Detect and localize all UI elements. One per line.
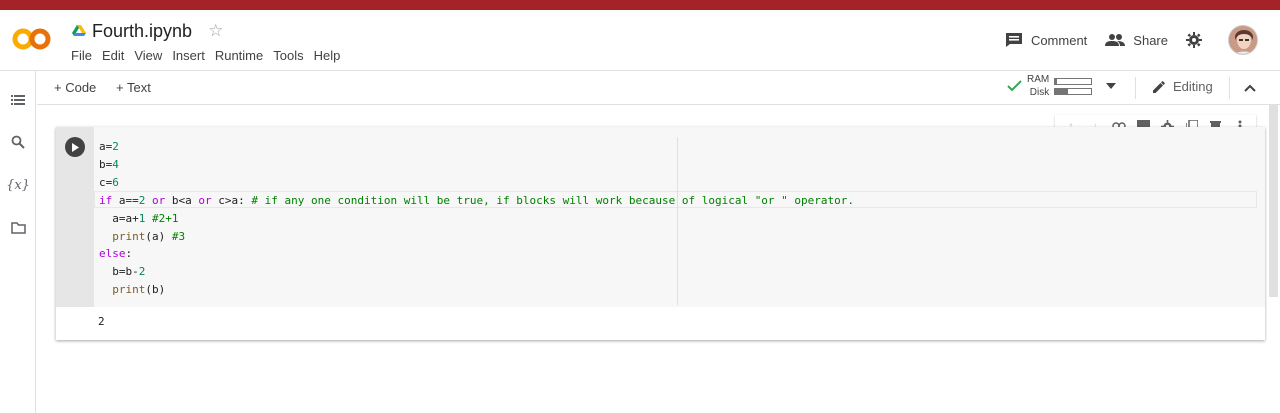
pencil-icon (1153, 80, 1165, 93)
toolbar-divider-2 (1229, 77, 1230, 99)
run-cell-button[interactable] (65, 137, 85, 157)
drive-icon (72, 25, 86, 36)
title-row: Fourth.ipynb ☆ (72, 20, 223, 42)
menu-runtime[interactable]: Runtime (210, 46, 268, 65)
toolbar-divider (1135, 77, 1136, 99)
sidebar: {x} (0, 71, 36, 413)
resource-monitor[interactable]: RAM Disk (1007, 73, 1117, 99)
disk-bar-fill (1055, 88, 1068, 94)
notebook-title[interactable]: Fourth.ipynb (92, 21, 192, 42)
code-line-5-text: a=a+1 #2+1 (99, 211, 179, 225)
code-line-1: a=2 (99, 138, 854, 156)
vertical-scrollbar[interactable] (1267, 105, 1280, 413)
ram-label: RAM (1027, 74, 1050, 85)
folder-icon[interactable] (9, 219, 27, 237)
code-line-9: print(b) (99, 281, 854, 299)
toc-icon[interactable] (9, 91, 27, 109)
code-line-2-text: b=4 (99, 157, 119, 171)
cell-gutter (56, 127, 94, 307)
ram-bar-fill (1055, 78, 1058, 84)
chevron-up-icon[interactable] (1244, 84, 1256, 92)
code-line-3: c=6 (99, 174, 854, 192)
menu-insert[interactable]: Insert (167, 46, 210, 65)
menu-help[interactable]: Help (309, 46, 346, 65)
disk-bar (1054, 87, 1093, 95)
code-line-9-text: print(b) (112, 283, 166, 297)
search-icon[interactable] (9, 133, 27, 151)
play-icon (72, 142, 79, 152)
code-line-5: a=a+1 #2+1 (99, 210, 854, 228)
code-line-6-text: print(a) #3 (112, 229, 186, 243)
header-actions: Comment Share (987, 24, 1258, 56)
avatar-image (1229, 26, 1257, 54)
code-content[interactable]: a=2 b=4 c=6 if a==2 or b<a or c>a: # if any… (99, 138, 854, 299)
code-line-6: print(a) #3 (99, 228, 854, 246)
star-icon[interactable]: ☆ (208, 21, 223, 41)
comment-icon (1005, 33, 1022, 47)
menu-file[interactable]: File (66, 46, 97, 65)
code-line-4-text: if a==2 or b<a or c>a: # if any one cond… (99, 193, 855, 207)
code-line-7: else: (99, 245, 854, 263)
settings-button[interactable] (1186, 32, 1210, 48)
scrollbar-thumb[interactable] (1269, 105, 1278, 297)
comment-label: Comment (1030, 32, 1088, 48)
header: Fourth.ipynb ☆ File Edit View Insert Run… (0, 10, 1280, 71)
editing-mode-button[interactable]: Editing (1152, 79, 1213, 94)
variables-icon[interactable]: {x} (6, 176, 30, 194)
code-line-1-text: a=2 (99, 140, 119, 153)
editing-label: Editing (1173, 79, 1213, 94)
colab-logo[interactable] (12, 26, 52, 52)
code-line-4: if a==2 or b<a or c>a: # if any one cond… (99, 192, 854, 210)
code-line-8-text: b=b-2 (99, 265, 146, 279)
avatar[interactable] (1228, 25, 1258, 55)
gear-icon (1186, 32, 1202, 48)
chevron-down-icon[interactable] (1106, 83, 1117, 89)
code-cell[interactable]: a=2 b=4 c=6 if a==2 or b<a or c>a: # if any… (56, 127, 1265, 340)
code-line-7-text: else: (99, 247, 133, 261)
ram-bar (1054, 77, 1093, 85)
code-editor[interactable]: a=2 b=4 c=6 if a==2 or b<a or c>a: # if any… (94, 127, 1265, 307)
code-line-8: b=b-2 (99, 263, 854, 281)
share-button[interactable]: Share (1105, 33, 1168, 48)
top-accent-bar (0, 0, 1280, 10)
people-icon (1105, 34, 1126, 46)
add-text-button[interactable]: + Text (116, 80, 151, 95)
code-line-3-text: c=6 (99, 175, 119, 189)
check-icon (1007, 80, 1022, 92)
menu-tools[interactable]: Tools (268, 46, 308, 65)
code-line-2: b=4 (99, 156, 854, 174)
share-label: Share (1133, 32, 1168, 48)
menu-view[interactable]: View (129, 46, 167, 65)
notebook-toolbar: + Code + Text RAM Disk Editing (37, 71, 1280, 105)
cell-output: 2 (98, 315, 105, 328)
add-code-button[interactable]: + Code (54, 80, 96, 95)
comment-button[interactable]: Comment (1005, 32, 1087, 48)
disk-label: Disk (1029, 87, 1050, 98)
menu-edit[interactable]: Edit (97, 46, 129, 65)
menu-bar: File Edit View Insert Runtime Tools Help (66, 46, 345, 65)
